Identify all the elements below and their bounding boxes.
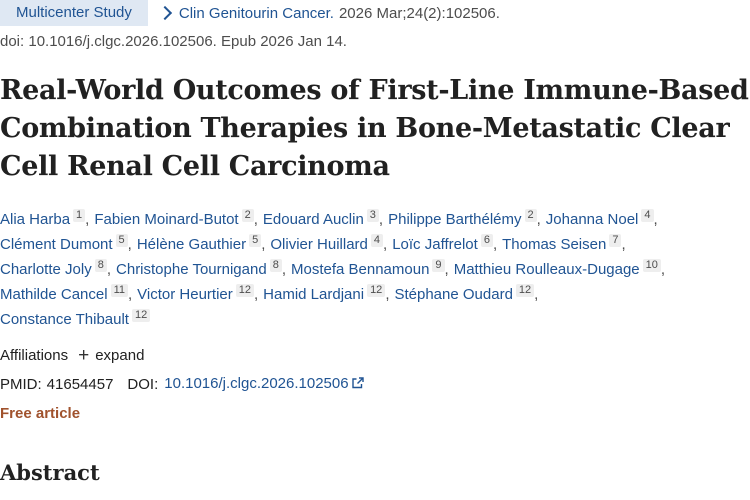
affiliation-number[interactable]: 11 — [110, 284, 128, 297]
author-separator: , — [281, 261, 286, 278]
author-separator: , — [85, 211, 90, 228]
author-link[interactable]: Mathilde Cancel — [0, 286, 108, 303]
journal-link-label: Clin Genitourin Cancer. — [178, 4, 334, 22]
journal-link[interactable]: Clin Genitourin Cancer. — [157, 4, 334, 22]
affiliation-number[interactable]: 3 — [366, 209, 379, 222]
author-separator: , — [253, 211, 258, 228]
author-separator: , — [653, 211, 658, 228]
affiliation-number[interactable]: 2 — [524, 209, 537, 222]
article-title: Real-World Outcomes of First-Line Immune… — [0, 75, 749, 182]
author-link[interactable]: Edouard Auclin — [263, 211, 364, 228]
author-link[interactable]: Victor Heurtier — [137, 286, 233, 303]
author-line: Mathilde Cancel 11, Victor Heurtier 12, Hami… — [0, 282, 750, 307]
affiliations-label: Affiliations — [0, 347, 69, 364]
author-line: Clément Dumont 5, Hélène Gauthier 5, Olivier… — [0, 232, 750, 257]
doi-label: DOI: — [127, 375, 159, 393]
doi-link-label: 10.1016/j.clgc.2026.102506 — [164, 375, 349, 392]
author-separator: , — [385, 286, 390, 303]
author-separator: , — [378, 211, 384, 228]
author-separator: , — [536, 211, 541, 228]
author-separator: , — [534, 286, 539, 303]
author-link[interactable]: Hélène Gauthier — [137, 236, 246, 253]
publication-type-badge: Multicenter Study — [0, 0, 148, 26]
article-header-row: Multicenter Study Clin Genitourin Cancer… — [0, 0, 500, 26]
author-separator: , — [106, 261, 112, 278]
affiliation-number[interactable]: 12 — [367, 284, 386, 297]
author-separator: , — [383, 236, 388, 253]
author-link[interactable]: Mostefa Bennamoun — [291, 261, 429, 278]
affiliation-number[interactable]: 12 — [131, 309, 151, 322]
chevron-right-icon — [157, 5, 172, 21]
author-link[interactable]: Loïc Jaffrelot — [392, 236, 478, 253]
affiliation-number[interactable]: 10 — [642, 259, 661, 272]
author-link[interactable]: Stéphane Oudard — [394, 286, 512, 303]
author-link[interactable]: Fabien Moinard-Butot — [94, 211, 238, 228]
affiliations-row: Affiliations + expand — [0, 344, 145, 366]
affiliation-number[interactable]: 5 — [249, 234, 262, 247]
affiliations-expand-button[interactable]: + expand — [78, 344, 145, 366]
author-line: Constance Thibault 12 — [0, 307, 750, 332]
author-link[interactable]: Clément Dumont — [0, 236, 113, 253]
author-separator: , — [261, 236, 266, 253]
free-article-badge: Free article — [0, 405, 81, 422]
author-link[interactable]: Hamid Lardjani — [263, 286, 364, 303]
author-link[interactable]: Alia Harba — [0, 211, 70, 228]
author-link[interactable]: Constance Thibault — [0, 311, 129, 328]
affiliation-number[interactable]: 6 — [480, 234, 493, 247]
author-separator: , — [660, 261, 666, 278]
author-link[interactable]: Olivier Huillard — [270, 236, 368, 253]
affiliation-number[interactable]: 7 — [609, 234, 622, 247]
affiliation-number[interactable]: 12 — [235, 284, 254, 297]
affiliation-number[interactable]: 2 — [241, 209, 254, 222]
author-separator: , — [127, 236, 132, 253]
author-link[interactable]: Johanna Noel — [546, 211, 639, 228]
author-list: Alia Harba 1, Fabien Moinard-Butot 2, Edouar… — [0, 207, 750, 332]
affiliation-number[interactable]: 8 — [94, 259, 107, 272]
affiliation-number[interactable]: 4 — [370, 234, 384, 247]
abstract-heading: Abstract — [0, 460, 100, 485]
author-link[interactable]: Matthieu Roulleaux-Dugage — [454, 261, 640, 278]
doi-link[interactable]: 10.1016/j.clgc.2026.102506 — [164, 375, 364, 393]
author-line: Alia Harba 1, Fabien Moinard-Butot 2, Edouar… — [0, 207, 750, 232]
pmid-value: 41654457 — [46, 375, 114, 393]
author-separator: , — [127, 286, 133, 303]
pmid-label: PMID: — [0, 375, 42, 393]
affiliation-number[interactable]: 4 — [641, 209, 654, 222]
author-link[interactable]: Charlotte Joly — [0, 261, 92, 278]
author-link[interactable]: Thomas Seisen — [502, 236, 606, 253]
identifiers-row: PMID: 41654457 DOI: 10.1016/j.clgc.2026.… — [0, 375, 364, 393]
citation-details: 2026 Mar;24(2):102506. — [338, 4, 500, 22]
author-separator: , — [492, 236, 498, 253]
author-separator: , — [254, 286, 259, 303]
affiliation-number[interactable]: 9 — [432, 259, 445, 272]
affiliation-number[interactable]: 1 — [73, 209, 86, 222]
expand-label: expand — [95, 347, 145, 364]
plus-icon: + — [78, 344, 90, 366]
author-link[interactable]: Philippe Barthélémy — [388, 211, 521, 228]
author-separator: , — [621, 236, 626, 253]
external-link-icon — [351, 376, 364, 393]
affiliation-number[interactable]: 5 — [115, 234, 128, 247]
doi-epub-line: doi: 10.1016/j.clgc.2026.102506. Epub 20… — [0, 33, 347, 50]
affiliation-number[interactable]: 8 — [269, 259, 282, 272]
author-line: Charlotte Joly 8, Christophe Tournigand 8, M… — [0, 257, 750, 282]
author-separator: , — [444, 261, 449, 278]
author-link[interactable]: Christophe Tournigand — [116, 261, 267, 278]
affiliation-number[interactable]: 12 — [515, 284, 535, 297]
